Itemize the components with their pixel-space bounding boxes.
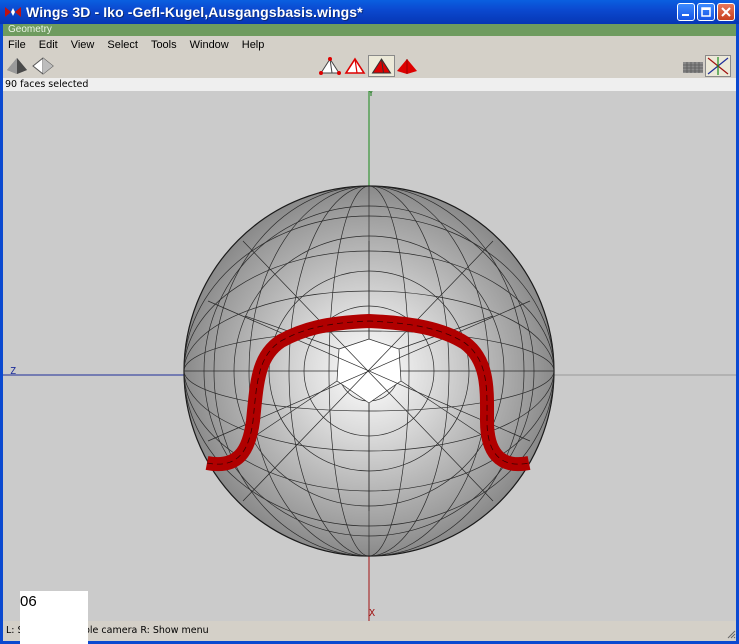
menu-select[interactable]: Select: [102, 39, 146, 51]
x-axis-label: X: [369, 608, 376, 619]
window-client: Geometry File Edit View Select Tools Win…: [3, 24, 736, 641]
menu-edit[interactable]: Edit: [34, 39, 66, 51]
frame-number-overlay: 06: [20, 591, 88, 644]
menu-window[interactable]: Window: [185, 39, 237, 51]
wings-app-icon[interactable]: [5, 5, 21, 19]
minimize-icon: [682, 14, 689, 16]
smooth-shaded-icon[interactable]: [6, 56, 28, 76]
3d-viewport[interactable]: Y Z X: [3, 91, 736, 621]
menu-file[interactable]: File: [3, 39, 34, 51]
close-button[interactable]: [717, 3, 735, 21]
maximize-button[interactable]: [697, 3, 715, 21]
resize-grip-icon[interactable]: [727, 630, 736, 639]
face-mode-button[interactable]: [368, 55, 395, 77]
edge-mode-icon[interactable]: [344, 56, 366, 76]
menu-help[interactable]: Help: [237, 39, 273, 51]
axes-icon: [707, 57, 729, 75]
viewport-canvas[interactable]: [3, 91, 736, 621]
z-axis-label: Z: [10, 366, 17, 377]
wireframe-icon[interactable]: [32, 56, 54, 76]
window-title: Wings 3D - Iko -Gefl-Kugel,Ausgangsbasis…: [26, 4, 363, 20]
face-mode-icon: [371, 58, 392, 74]
ground-plane-icon[interactable]: [682, 56, 704, 76]
vertex-mode-icon[interactable]: [319, 56, 341, 76]
toolbar: [3, 54, 736, 78]
menu-view[interactable]: View: [66, 39, 103, 51]
minimize-button[interactable]: [677, 3, 695, 21]
close-icon: [721, 7, 731, 17]
window-frame: Geometry File Edit View Select Tools Win…: [0, 24, 739, 644]
status-bar: L: Select M: Tumble camera R: Show menu: [3, 621, 736, 641]
title-bar[interactable]: Wings 3D - Iko -Gefl-Kugel,Ausgangsbasis…: [0, 0, 739, 24]
menu-tools[interactable]: Tools: [146, 39, 185, 51]
frame-number-label: 06: [20, 593, 37, 610]
y-axis-label: Y: [368, 91, 375, 99]
body-mode-icon[interactable]: [396, 56, 418, 76]
geometry-window-title[interactable]: Geometry: [3, 24, 736, 36]
info-line: 90 faces selected: [3, 78, 736, 91]
menu-bar: File Edit View Select Tools Window Help: [3, 37, 736, 53]
maximize-icon: [701, 7, 711, 17]
axes-button[interactable]: [705, 55, 731, 77]
